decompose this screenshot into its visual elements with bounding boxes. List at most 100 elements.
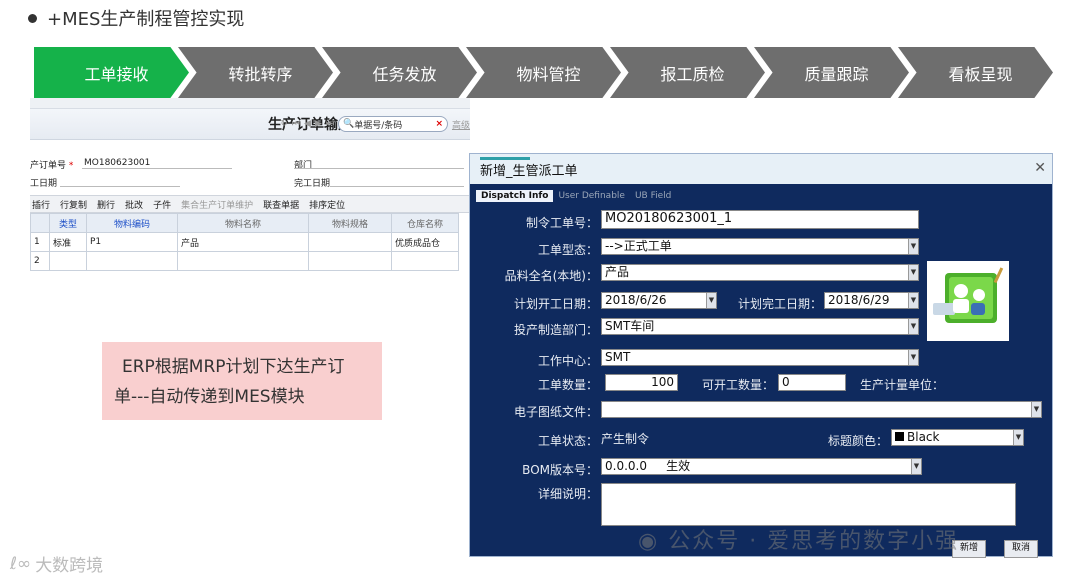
dialog-title: 新增_生管派工单 (480, 163, 578, 179)
erp-header: 生产订单输入 ↻ ⏮ ◀ ▶ ⏭ 🔍 单据号/条码 × 高级 (30, 109, 470, 140)
work-order-no-label: 制令工单号： (525, 216, 598, 230)
table-row[interactable]: 2 (30, 251, 459, 271)
order-no-label: 产订单号 * (30, 161, 74, 171)
delete-row-button[interactable]: 删行 (97, 198, 115, 211)
grid-toolbar: 插行 行复制 删行 批改 子件 集合生产订单维护 联查单据 排序定位 (30, 195, 472, 213)
flow-step-1: 工单接收 (34, 47, 189, 98)
color-swatch (895, 432, 904, 441)
col-item-name: 物料名称 (177, 213, 309, 233)
bom-select[interactable]: 0.0.0.0 生效 ▼ (601, 458, 922, 475)
search-icon: 🔍 (342, 119, 355, 129)
qty-input[interactable]: 100 (605, 374, 678, 391)
status-value: 产生制令 (601, 432, 650, 446)
flow-step-7: 看板呈现 (898, 47, 1053, 98)
brand-logo: ℓ∞ 大数跨境 (10, 553, 104, 577)
plan-start-label: 计划开工日期： (513, 297, 598, 311)
process-flow: 工单接收 转批转序 任务发放 物料管控 报工质检 质量跟踪 看板呈现 (34, 47, 1054, 98)
detail-label: 详细说明： (537, 487, 598, 501)
erp-order-window: 生产订单输入 ↻ ⏮ ◀ ▶ ⏭ 🔍 单据号/条码 × 高级 产订单号 * MO… (30, 98, 472, 278)
erp-nav: ↻ ⏮ ◀ ▶ ⏭ 🔍 单据号/条码 × 高级 (280, 116, 470, 132)
title-color-label: 标题颜色： (827, 434, 888, 448)
work-center-label: 工作中心： (537, 354, 598, 368)
dept-select[interactable]: SMT车间 ▼ (601, 318, 919, 335)
plan-finish-label: 计划完工日期： (737, 297, 822, 311)
col-item-spec: 物料规格 (308, 213, 392, 233)
dept-label: 部门 (294, 161, 313, 171)
advanced-link[interactable]: 高级 (452, 118, 470, 131)
refresh-icon[interactable]: ↻ (280, 119, 288, 129)
tab-user-definable[interactable]: User Definable (553, 190, 629, 202)
bullet-icon (28, 13, 37, 23)
erp-fields: 产订单号 * MO180623001 部门 工日期 完工日期 (30, 156, 470, 192)
qty-label: 工单数量： (537, 378, 598, 392)
flow-step-4: 物料管控 (466, 47, 621, 98)
flow-step-6: 质量跟踪 (754, 47, 909, 98)
dialog-title-bar: 新增_生管派工单 ✕ (470, 154, 1052, 184)
erp-note: ERP根据MRP计划下达生产订 单---自动传递到MES模块 (102, 342, 382, 420)
flow-step-2: 转批转序 (178, 47, 333, 98)
cancel-button[interactable]: 取消 (1004, 540, 1038, 558)
next-page-icon[interactable]: ▶ (315, 119, 322, 129)
dialog-tabs: Dispatch Info User Definable UB Field (470, 184, 1052, 202)
last-page-icon[interactable]: ⏭ (326, 119, 334, 129)
first-page-icon[interactable]: ⏮ (292, 119, 300, 129)
col-item-code: 物料编码 (86, 213, 178, 233)
flow-step-3: 任务发放 (322, 47, 477, 98)
work-order-no-input[interactable]: MO20180623001_1 (601, 210, 919, 229)
dept-label: 投产制造部门： (513, 323, 598, 337)
unit-label: 生产计量单位： (859, 378, 944, 392)
subpart-button[interactable]: 子件 (153, 198, 171, 211)
item-label: 品料全名(本地)： (504, 269, 598, 283)
drawing-input[interactable]: ▼ (601, 401, 1042, 418)
order-no-value[interactable]: MO180623001 (84, 158, 150, 168)
insert-row-button[interactable]: 插行 (32, 198, 50, 211)
dispatch-form: 制令工单号： MO20180623001_1 工单型态： -->正式工单 ▼ 品料… (470, 202, 1052, 558)
start-date-label: 工日期 (30, 179, 58, 189)
flow-step-5: 报工质检 (610, 47, 765, 98)
col-type: 类型 (49, 213, 87, 233)
chevron-down-icon: ▼ (908, 293, 918, 308)
open-qty-label: 可开工数量： (701, 378, 774, 392)
chevron-down-icon: ▼ (1013, 430, 1023, 445)
erp-search-input[interactable]: 🔍 单据号/条码 × (337, 116, 448, 132)
drawing-label: 电子图纸文件： (513, 405, 598, 419)
chevron-down-icon: ▼ (1031, 402, 1041, 417)
dispatch-illustration-icon (927, 261, 1009, 341)
watermark-text: ◉ 公众号 · 爱思考的数字小强 (638, 529, 960, 554)
bom-label: BOM版本号： (522, 463, 598, 477)
sort-locate-button[interactable]: 排序定位 (309, 198, 345, 211)
finish-date-label: 完工日期 (294, 179, 331, 189)
plan-finish-input[interactable]: 2018/6/29 ▼ (824, 292, 919, 309)
chevron-down-icon: ▼ (908, 239, 918, 254)
chevron-down-icon: ▼ (908, 350, 918, 365)
prev-page-icon[interactable]: ◀ (304, 119, 311, 129)
chevron-down-icon: ▼ (908, 319, 918, 334)
tab-dispatch-info[interactable]: Dispatch Info (476, 190, 554, 202)
chevron-down-icon: ▼ (908, 265, 918, 280)
wechat-icon: ◉ (638, 529, 660, 554)
clear-icon[interactable]: × (435, 119, 443, 129)
work-center-select[interactable]: SMT ▼ (601, 349, 919, 366)
order-grid: 类型 物料编码 物料名称 物料规格 仓库名称 1 标准 P1 产品 优质成品仓 … (30, 213, 459, 271)
type-label: 工单型态： (537, 243, 598, 257)
slide-title-row: +MES生产制程管控实现 (28, 6, 244, 30)
table-row[interactable]: 1 标准 P1 产品 优质成品仓 (30, 232, 459, 252)
linked-docs-button[interactable]: 联查单据 (263, 198, 299, 211)
status-label: 工单状态： (537, 434, 598, 448)
detail-textarea[interactable] (601, 483, 1016, 526)
plan-start-input[interactable]: 2018/6/26 ▼ (601, 292, 717, 309)
brand-logo-icon: ℓ∞ (10, 553, 32, 574)
title-color-select[interactable]: Black ▼ (891, 429, 1024, 446)
col-warehouse: 仓库名称 (391, 213, 459, 233)
item-select[interactable]: 产品 ▼ (601, 264, 919, 281)
dispatch-dialog: 新增_生管派工单 ✕ Dispatch Info User Definable … (469, 153, 1053, 558)
type-select[interactable]: -->正式工单 ▼ (601, 238, 919, 255)
batch-edit-button[interactable]: 批改 (125, 198, 143, 211)
chevron-down-icon: ▼ (706, 293, 716, 308)
open-qty-input[interactable]: 0 (778, 374, 846, 391)
tab-ub-field[interactable]: UB Field (630, 190, 676, 202)
erp-toolbar (30, 98, 470, 109)
close-icon[interactable]: ✕ (1034, 160, 1046, 176)
collection-order-button[interactable]: 集合生产订单维护 (181, 198, 253, 211)
copy-row-button[interactable]: 行复制 (60, 198, 87, 211)
